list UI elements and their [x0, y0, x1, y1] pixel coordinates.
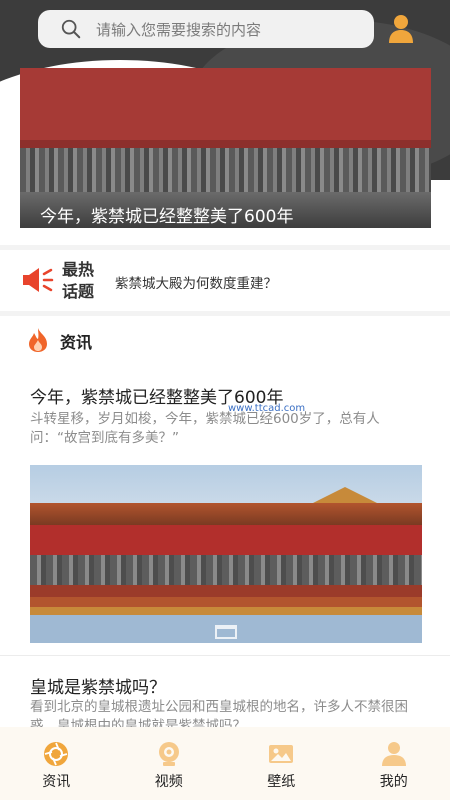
- banner-image-roof: [20, 148, 431, 192]
- flame-icon: [29, 328, 47, 352]
- section-divider: [0, 245, 450, 250]
- hot-topic-title: 最热话题: [62, 260, 95, 301]
- article-image[interactable]: [30, 465, 422, 643]
- user-icon: [381, 742, 406, 766]
- nav-label: 壁纸: [267, 774, 296, 790]
- article-divider: [0, 655, 450, 656]
- nav-item-wallpaper[interactable]: 壁纸: [225, 727, 338, 800]
- hot-topic-row[interactable]: 最热话题 紫禁城大殿为何数度重建？: [0, 255, 450, 311]
- nav-label: 资讯: [42, 774, 71, 790]
- picture-icon: [269, 745, 293, 763]
- search-icon: [61, 19, 81, 39]
- section-divider: [0, 311, 450, 316]
- banner-image-wall: [20, 68, 431, 148]
- article-image-base: [30, 555, 422, 585]
- hot-topic-text[interactable]: 紫禁城大殿为何数度重建？: [115, 272, 277, 292]
- article-summary: 斗转星移，岁月如梭，今年，紫禁城已经600岁了，总有人问：“故宫到底有多美？”: [30, 411, 380, 446]
- banner-caption: 今年，紫禁城已经整整美了600年: [40, 207, 294, 227]
- header: 请输入您需要搜索的内容 今年，紫禁城已经整整美了600年: [0, 0, 450, 250]
- news-section-header: 资讯: [0, 320, 450, 360]
- video-camera-icon: [158, 742, 179, 766]
- nav-label: 我的: [379, 774, 408, 790]
- article-image-wall: [30, 525, 422, 555]
- news-label: 资讯: [60, 333, 93, 352]
- nav-label: 视频: [154, 774, 183, 790]
- user-avatar-icon[interactable]: [388, 14, 414, 44]
- article-title[interactable]: 皇城是紫禁城吗？: [30, 673, 166, 698]
- bottom-nav: 资讯 视频 壁纸 我的: [0, 727, 450, 800]
- banner[interactable]: 今年，紫禁城已经整整美了600年: [20, 68, 431, 228]
- aperture-icon: [44, 742, 68, 766]
- megaphone-icon: [23, 268, 54, 292]
- article-image-roof: [30, 503, 422, 525]
- nav-item-mine[interactable]: 我的: [338, 727, 450, 800]
- nav-item-news[interactable]: 资讯: [0, 727, 113, 800]
- nav-item-video[interactable]: 视频: [113, 727, 226, 800]
- search-placeholder: 请输入您需要搜索的内容: [96, 20, 262, 39]
- image-logo-icon: [215, 625, 237, 639]
- search-bar[interactable]: 请输入您需要搜索的内容: [38, 10, 374, 48]
